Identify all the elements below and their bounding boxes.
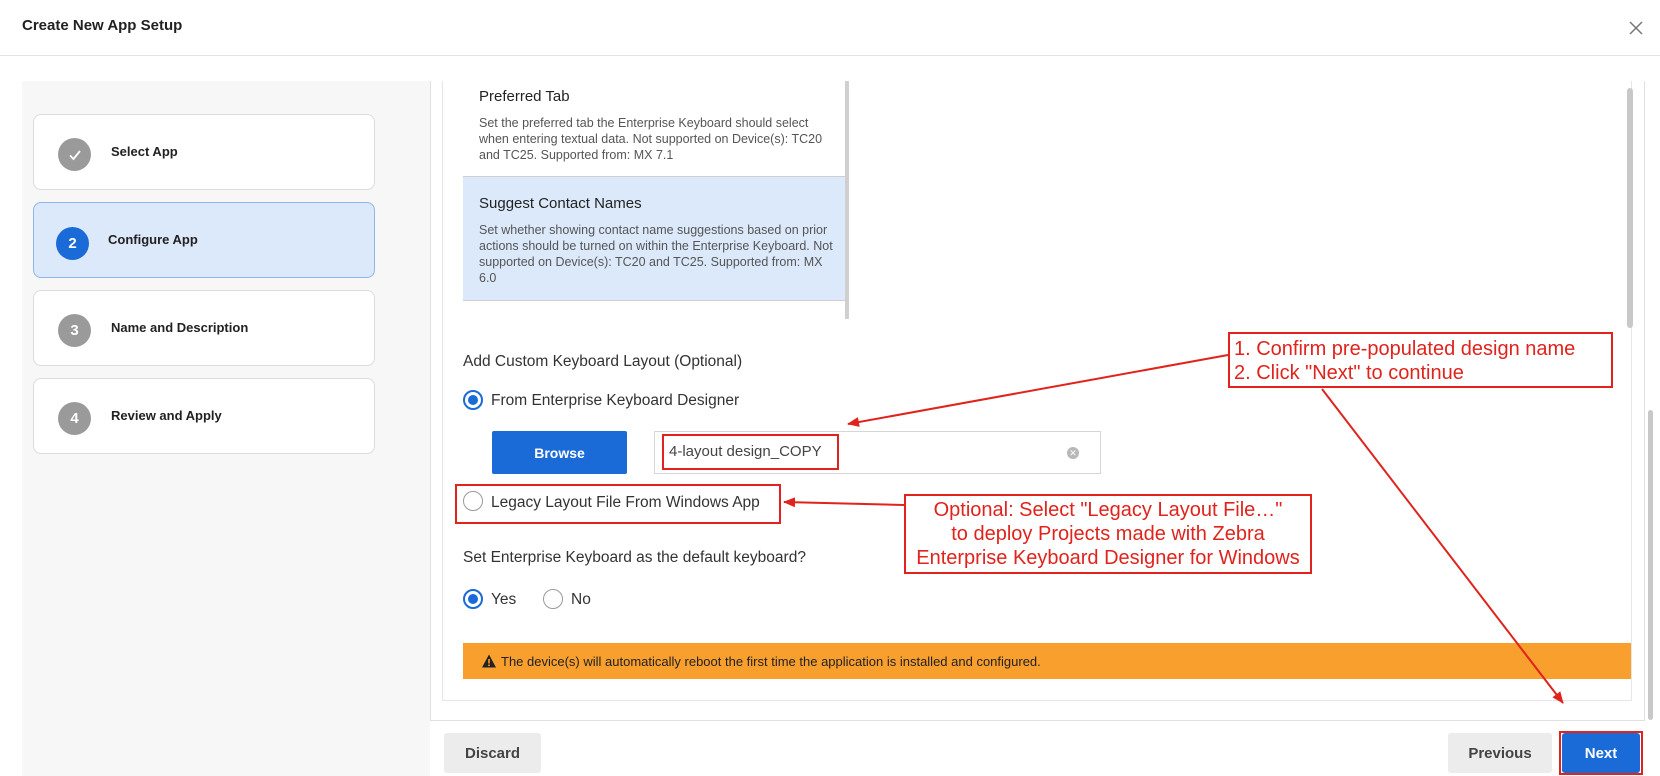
radio-default-no[interactable] <box>543 589 563 609</box>
warning-text: The device(s) will automatically reboot … <box>501 654 1041 669</box>
dialog-title: Create New App Setup <box>22 17 183 34</box>
step-label: Select App <box>111 144 178 159</box>
step-number: 4 <box>58 402 91 435</box>
step-number: 3 <box>58 314 91 347</box>
step-label: Review and Apply <box>111 408 222 423</box>
list-item-title: Suggest Contact Names <box>479 195 642 212</box>
previous-button[interactable]: Previous <box>1448 733 1552 773</box>
annotation-note-line: to deploy Projects made with Zebra <box>951 523 1265 545</box>
step-select-app[interactable]: Select App <box>33 114 375 190</box>
annotation-note-line: 1. Confirm pre-populated design name <box>1234 338 1576 360</box>
radio-label-no: No <box>571 591 591 608</box>
list-item-preferred-tab[interactable]: Preferred Tab Set the preferred tab the … <box>463 81 845 177</box>
list-scrollbar[interactable] <box>845 81 849 319</box>
step-configure-app[interactable]: 2 Configure App <box>33 202 375 278</box>
content-scrollbar[interactable] <box>1627 88 1633 328</box>
step-label: Configure App <box>108 232 198 247</box>
check-icon <box>58 138 91 171</box>
list-item-description: Set whether showing contact name suggest… <box>479 223 833 285</box>
settings-list[interactable]: Preferred Tab Set the preferred tab the … <box>463 81 849 319</box>
custom-layout-heading: Add Custom Keyboard Layout (Optional) <box>463 353 743 370</box>
step-label: Name and Description <box>111 320 249 335</box>
annotation-note-confirm: 1. Confirm pre-populated design name 2. … <box>1228 332 1613 388</box>
dialog-header: Create New App Setup <box>0 0 1660 56</box>
annotation-note-line: 2. Click "Next" to continue <box>1234 362 1464 384</box>
discard-button[interactable]: Discard <box>444 733 541 773</box>
radio-label-yes: Yes <box>491 591 517 608</box>
clear-icon[interactable]: ✕ <box>1067 447 1079 459</box>
close-icon[interactable] <box>1628 20 1644 36</box>
step-number: 2 <box>56 227 89 260</box>
list-item-suggest-contact-names[interactable]: Suggest Contact Names Set whether showin… <box>463 177 845 301</box>
annotation-highlight-next <box>1559 731 1643 775</box>
app-setup-dialog: Create New App Setup Select App 2 Config… <box>0 0 1660 776</box>
annotation-note-line: Optional: Select "Legacy Layout File…" <box>933 499 1283 521</box>
step-review-and-apply[interactable]: 4 Review and Apply <box>33 378 375 454</box>
radio-default-yes[interactable] <box>463 589 483 609</box>
browse-button[interactable]: Browse <box>492 431 627 474</box>
annotation-note-legacy: Optional: Select "Legacy Layout File…" t… <box>904 494 1312 574</box>
annotation-highlight-design-name <box>662 434 839 470</box>
radio-enterprise-designer[interactable] <box>463 390 483 410</box>
radio-label-enterprise-designer: From Enterprise Keyboard Designer <box>491 392 740 409</box>
dialog-scrollbar[interactable] <box>1648 410 1653 720</box>
list-item-title: Preferred Tab <box>479 88 570 105</box>
annotation-highlight-legacy-option <box>455 484 781 524</box>
reboot-warning-banner: The device(s) will automatically reboot … <box>463 643 1631 679</box>
warning-icon <box>482 654 496 668</box>
step-name-and-description[interactable]: 3 Name and Description <box>33 290 375 366</box>
list-item-description: Set the preferred tab the Enterprise Key… <box>479 116 823 162</box>
default-keyboard-question: Set Enterprise Keyboard as the default k… <box>463 549 806 566</box>
annotation-note-line: Enterprise Keyboard Designer for Windows <box>916 547 1300 569</box>
